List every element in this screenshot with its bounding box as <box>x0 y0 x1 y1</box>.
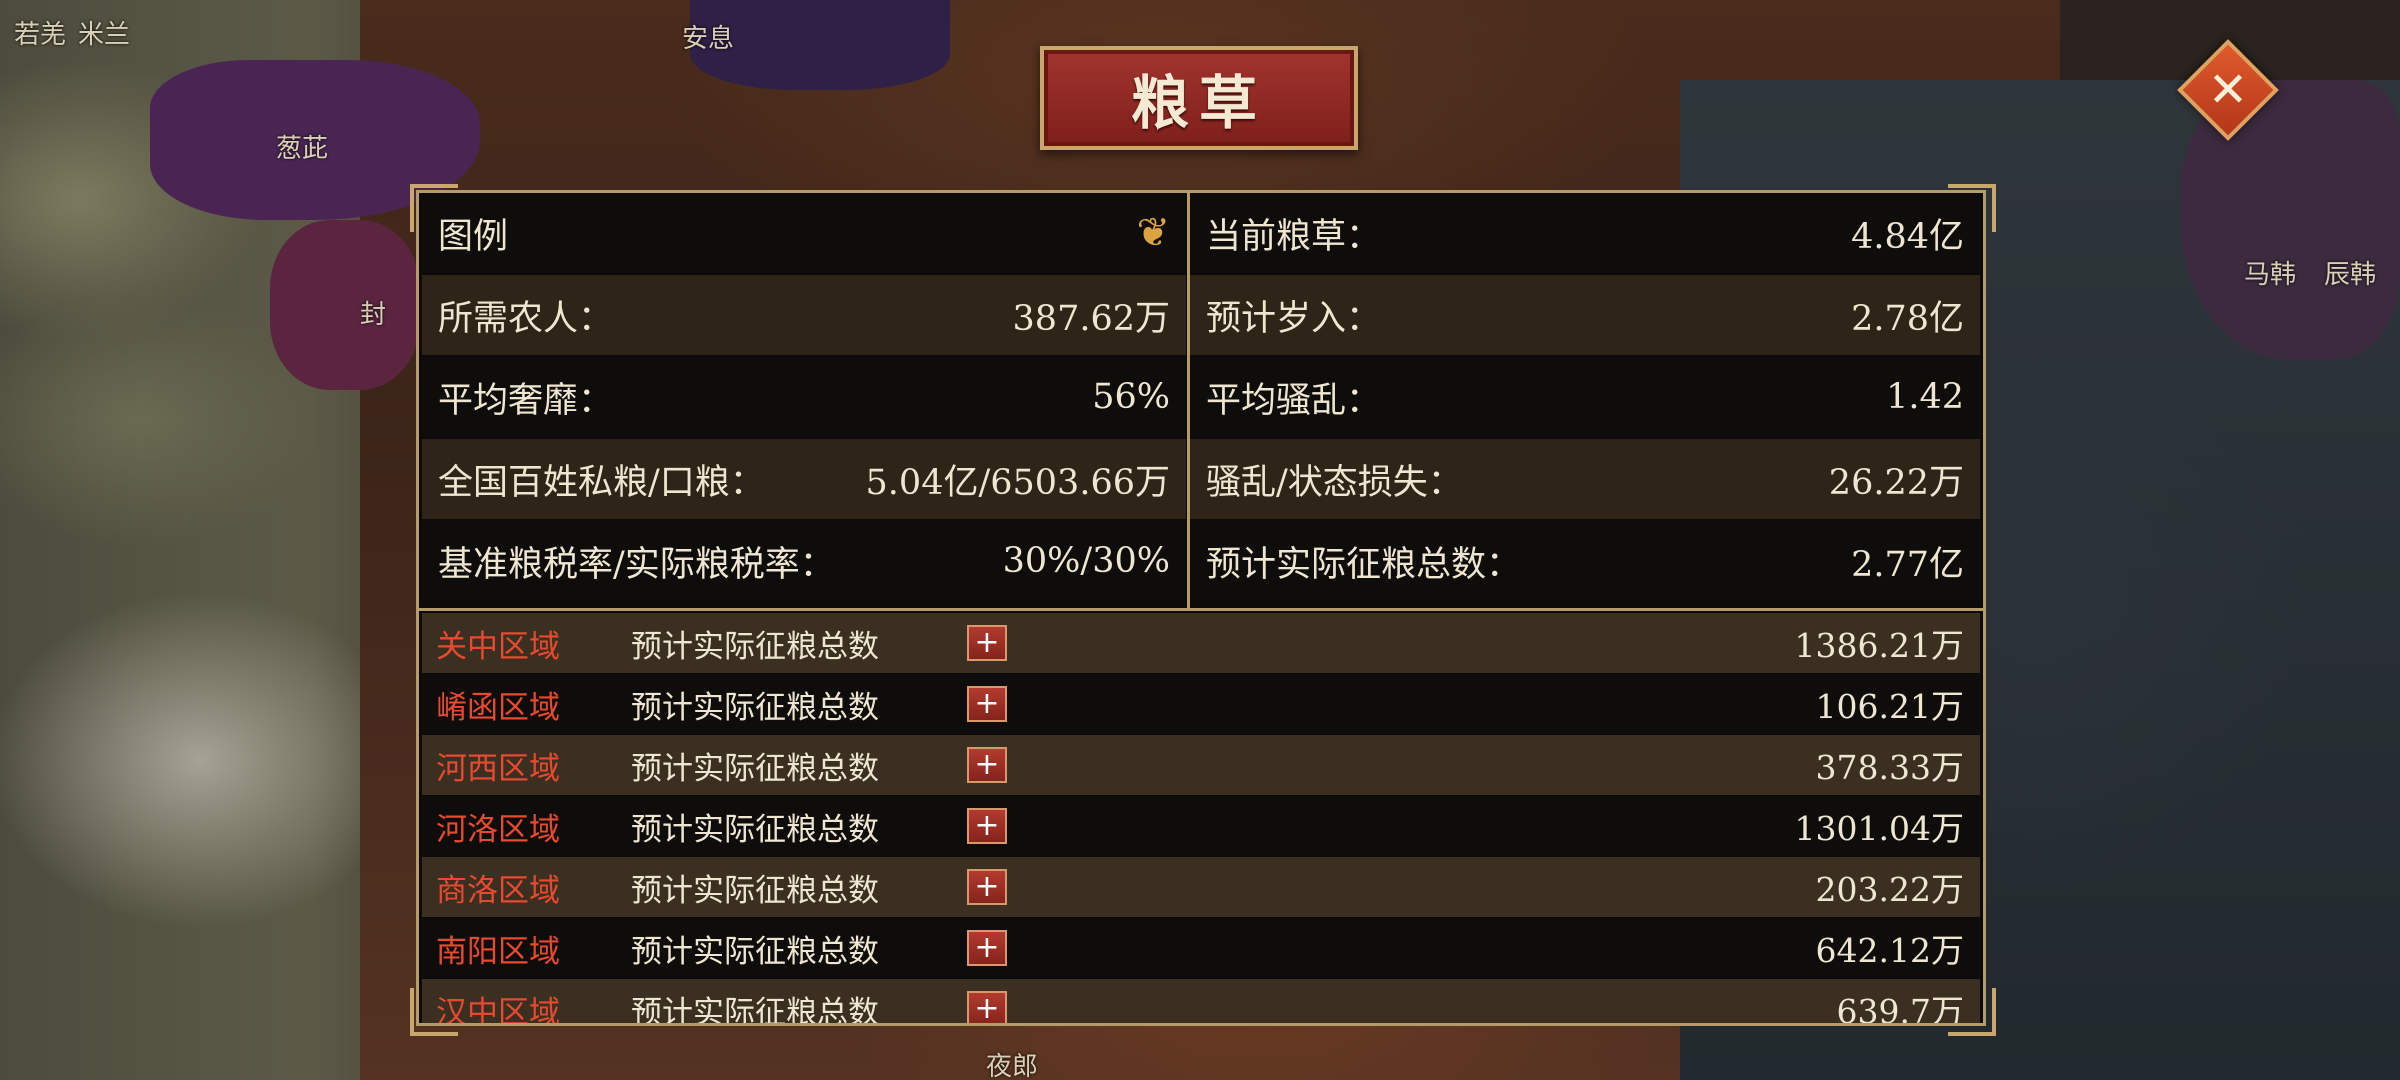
stats-grid: 图例 ❦ 所需农人： 387.62万 平均奢靡： 56% 全国百姓私粮/口粮： … <box>419 193 1983 608</box>
stat-label: 预计岁入： <box>1206 298 1382 339</box>
region-metric-label: 预计实际征粮总数 <box>631 811 879 848</box>
region-row: 汉中区域 预计实际征粮总数 + 639.7万 <box>422 979 1980 1026</box>
region-value: 203.22万 <box>1815 870 1964 909</box>
stat-value: 26.22万 <box>1828 462 1964 503</box>
region-value: 106.21万 <box>1815 687 1964 726</box>
region-value: 378.33万 <box>1815 748 1964 787</box>
expand-region-button[interactable]: + <box>967 808 1007 844</box>
map-label: 夜郎 <box>986 1052 1039 1080</box>
stat-row: 预计岁入： 2.78亿 <box>1190 275 1980 355</box>
stat-label: 平均奢靡： <box>438 380 614 421</box>
map-label: 封 <box>360 300 387 330</box>
stat-value: 5.04亿/6503.66万 <box>865 462 1170 503</box>
region-name: 河西区域 <box>436 750 560 787</box>
stat-label: 当前粮草： <box>1206 216 1382 257</box>
stat-value: 30%/30% <box>1002 541 1170 581</box>
expand-region-button[interactable]: + <box>967 747 1007 783</box>
close-button[interactable]: ✕ <box>2177 39 2279 141</box>
expand-region-button[interactable]: + <box>967 991 1007 1023</box>
region-value: 1386.21万 <box>1794 626 1964 665</box>
region-name: 汉中区域 <box>436 994 560 1026</box>
stat-label: 基准粮税率/实际粮税率： <box>438 544 835 585</box>
region-value: 639.7万 <box>1836 992 1964 1026</box>
stat-row: 骚乱/状态损失： 26.22万 <box>1190 439 1980 519</box>
region-row: 商洛区域 预计实际征粮总数 + 203.22万 <box>422 857 1980 917</box>
stat-row: 所需农人： 387.62万 <box>422 275 1186 355</box>
region-metric-label: 预计实际征粮总数 <box>631 994 879 1026</box>
stat-row-legend: 图例 ❦ <box>422 193 1186 273</box>
stats-left-column: 图例 ❦ 所需农人： 387.62万 平均奢靡： 56% 全国百姓私粮/口粮： … <box>422 193 1186 603</box>
region-row: 河洛区域 预计实际征粮总数 + 1301.04万 <box>422 796 1980 856</box>
stat-value: 2.77亿 <box>1851 544 1964 585</box>
grain-panel[interactable]: 图例 ❦ 所需农人： 387.62万 平均奢靡： 56% 全国百姓私粮/口粮： … <box>416 190 1986 1026</box>
region-metric-label: 预计实际征粮总数 <box>631 750 879 787</box>
close-icon: ✕ <box>2207 62 2249 118</box>
stat-value: 1.42 <box>1886 377 1964 417</box>
map-label: 葱茈 <box>276 134 329 164</box>
region-name: 南阳区域 <box>436 933 560 970</box>
expand-region-button[interactable]: + <box>967 930 1007 966</box>
stat-label: 全国百姓私粮/口粮： <box>438 462 765 503</box>
stat-label: 平均骚乱： <box>1206 380 1382 421</box>
stat-value: 4.84亿 <box>1851 216 1964 257</box>
region-metric-label: 预计实际征粮总数 <box>631 872 879 909</box>
region-name: 商洛区域 <box>436 872 560 909</box>
region-name: 崤函区域 <box>436 689 560 726</box>
expand-region-button[interactable]: + <box>967 625 1007 661</box>
region-row: 河西区域 预计实际征粮总数 + 378.33万 <box>422 735 1980 795</box>
stat-label: 所需农人： <box>438 298 614 339</box>
map-label: 米兰 <box>78 20 131 50</box>
region-row: 崤函区域 预计实际征粮总数 + 106.21万 <box>422 674 1980 734</box>
map-label: 安息 <box>682 24 735 54</box>
region-value: 1301.04万 <box>1794 809 1964 848</box>
dialog-title-plaque: 粮草 <box>1040 46 1358 150</box>
wheat-icon: ❦ <box>1136 210 1170 256</box>
stat-row: 平均奢靡： 56% <box>422 357 1186 437</box>
region-name: 河洛区域 <box>436 811 560 848</box>
dialog-title: 粮草 <box>1130 69 1267 137</box>
stat-row: 基准粮税率/实际粮税率： 30%/30% <box>422 521 1186 601</box>
stat-label: 骚乱/状态损失： <box>1206 462 1463 503</box>
stat-value: 56% <box>1092 377 1170 417</box>
stat-row: 预计实际征粮总数： 2.77亿 <box>1190 521 1980 601</box>
stat-label: 图例 <box>438 216 509 257</box>
region-list[interactable]: 关中区域 预计实际征粮总数 + 1386.21万 崤函区域 预计实际征粮总数 +… <box>422 613 1980 1026</box>
map-label: 马韩 <box>2244 260 2297 290</box>
region-row: 南阳区域 预计实际征粮总数 + 642.12万 <box>422 918 1980 978</box>
map-label: 辰韩 <box>2324 260 2377 290</box>
region-metric-label: 预计实际征粮总数 <box>631 933 879 970</box>
section-divider <box>419 608 1983 611</box>
stat-value: 387.62万 <box>1012 298 1170 339</box>
region-metric-label: 预计实际征粮总数 <box>631 689 879 726</box>
stat-row: 全国百姓私粮/口粮： 5.04亿/6503.66万 <box>422 439 1186 519</box>
stat-row: 当前粮草： 4.84亿 <box>1190 193 1980 273</box>
map-label: 若羌 <box>14 20 67 50</box>
stat-label: 预计实际征粮总数： <box>1206 544 1522 585</box>
stat-row: 平均骚乱： 1.42 <box>1190 357 1980 437</box>
stat-value: 2.78亿 <box>1851 298 1964 339</box>
expand-region-button[interactable]: + <box>967 686 1007 722</box>
map-region-maroon <box>270 220 420 390</box>
region-name: 关中区域 <box>436 628 560 665</box>
stats-right-column: 当前粮草： 4.84亿 预计岁入： 2.78亿 平均骚乱： 1.42 骚乱/状态… <box>1190 193 1980 603</box>
region-metric-label: 预计实际征粮总数 <box>631 628 879 665</box>
region-value: 642.12万 <box>1815 931 1964 970</box>
expand-region-button[interactable]: + <box>967 869 1007 905</box>
region-row: 关中区域 预计实际征粮总数 + 1386.21万 <box>422 613 1980 673</box>
